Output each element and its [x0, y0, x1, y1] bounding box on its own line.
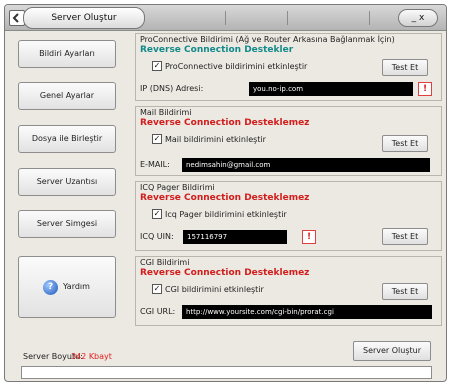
field-label: IP (DNS) Adresi:	[140, 84, 204, 93]
warning-icon[interactable]: !	[418, 82, 432, 96]
icq-checkbox[interactable]: ✓	[152, 209, 162, 219]
section-status: Reverse Connection Desteklemez	[140, 118, 310, 128]
checkbox-label: CGI bildirimini etkinleştir	[165, 285, 264, 294]
title-separator	[225, 11, 226, 25]
dosya-ile-birlestir-button[interactable]: Dosya ile Birleştir	[18, 125, 116, 153]
mail-section: Mail Bildirimi Reverse Connection Destek…	[135, 106, 442, 176]
proconnective-section: ProConnective Bildirimi (Ağ ve Router Ar…	[135, 33, 442, 101]
window-title: Server Oluştur	[23, 7, 145, 29]
warning-icon[interactable]: !	[302, 230, 316, 244]
icq-test-button[interactable]: Test Et	[382, 228, 428, 245]
field-label: E-MAIL:	[140, 160, 170, 169]
checkbox-label: Icq Pager bildirimini etkinleştir	[165, 210, 287, 219]
create-server-button[interactable]: Server Oluştur	[353, 341, 431, 361]
proconnective-checkbox[interactable]: ✓	[152, 61, 162, 71]
server-uzantisi-button[interactable]: Server Uzantısı	[18, 168, 116, 196]
progress-bar	[21, 366, 432, 379]
help-label: Yardım	[63, 282, 90, 291]
mail-test-button[interactable]: Test Et	[382, 135, 428, 152]
section-status: Reverse Connection Desteklemez	[140, 193, 310, 203]
icq-uin-field[interactable]: 157116797	[183, 230, 287, 244]
window-controls-button[interactable]: _ x	[398, 9, 438, 27]
cgi-section: CGI Bildirimi Reverse Connection Destekl…	[135, 256, 442, 326]
section-title: ICQ Pager Bildirimi	[140, 183, 215, 192]
field-label: ICQ UIN:	[140, 232, 174, 241]
section-title: ProConnective Bildirimi (Ağ ve Router Ar…	[140, 35, 395, 44]
proconnective-test-button[interactable]: Test Et	[382, 59, 428, 76]
cgi-checkbox[interactable]: ✓	[152, 284, 162, 294]
title-bar: Server Oluştur _ x	[5, 5, 446, 31]
bildiri-ayarlari-button[interactable]: Bildiri Ayarları	[18, 40, 116, 68]
field-label: CGI URL:	[140, 307, 176, 316]
section-status: Reverse Connection Desteklemez	[140, 268, 310, 278]
section-title: CGI Bildirimi	[140, 258, 190, 267]
email-field[interactable]: nedimsahin@gmail.com	[182, 158, 430, 172]
mail-checkbox[interactable]: ✓	[152, 134, 162, 144]
server-builder-window: Server Oluştur _ x Bildiri Ayarları Gene…	[4, 4, 447, 382]
section-title: Mail Bildirimi	[140, 108, 192, 117]
help-icon: ?	[43, 280, 58, 295]
title-separator	[287, 11, 288, 25]
checkbox-label: ProConnective bildirimini etkinleştir	[165, 62, 308, 71]
help-button[interactable]: ? Yardım	[18, 256, 116, 318]
title-separator	[369, 11, 370, 25]
ip-dns-field[interactable]: you.no-ip.com	[249, 82, 413, 96]
cgi-url-field[interactable]: http://www.yoursite.com/cgi-bin/prorat.c…	[182, 305, 432, 319]
genel-ayarlar-button[interactable]: Genel Ayarlar	[18, 82, 116, 110]
server-size-value: 342 Kbayt	[71, 352, 112, 361]
section-status: Reverse Connection Destekler	[140, 45, 294, 55]
checkbox-label: Mail bildirimini etkinleştir	[165, 135, 266, 144]
server-simgesi-button[interactable]: Server Simgesi	[18, 210, 116, 238]
icq-section: ICQ Pager Bildirimi Reverse Connection D…	[135, 181, 442, 251]
cgi-test-button[interactable]: Test Et	[382, 283, 428, 300]
